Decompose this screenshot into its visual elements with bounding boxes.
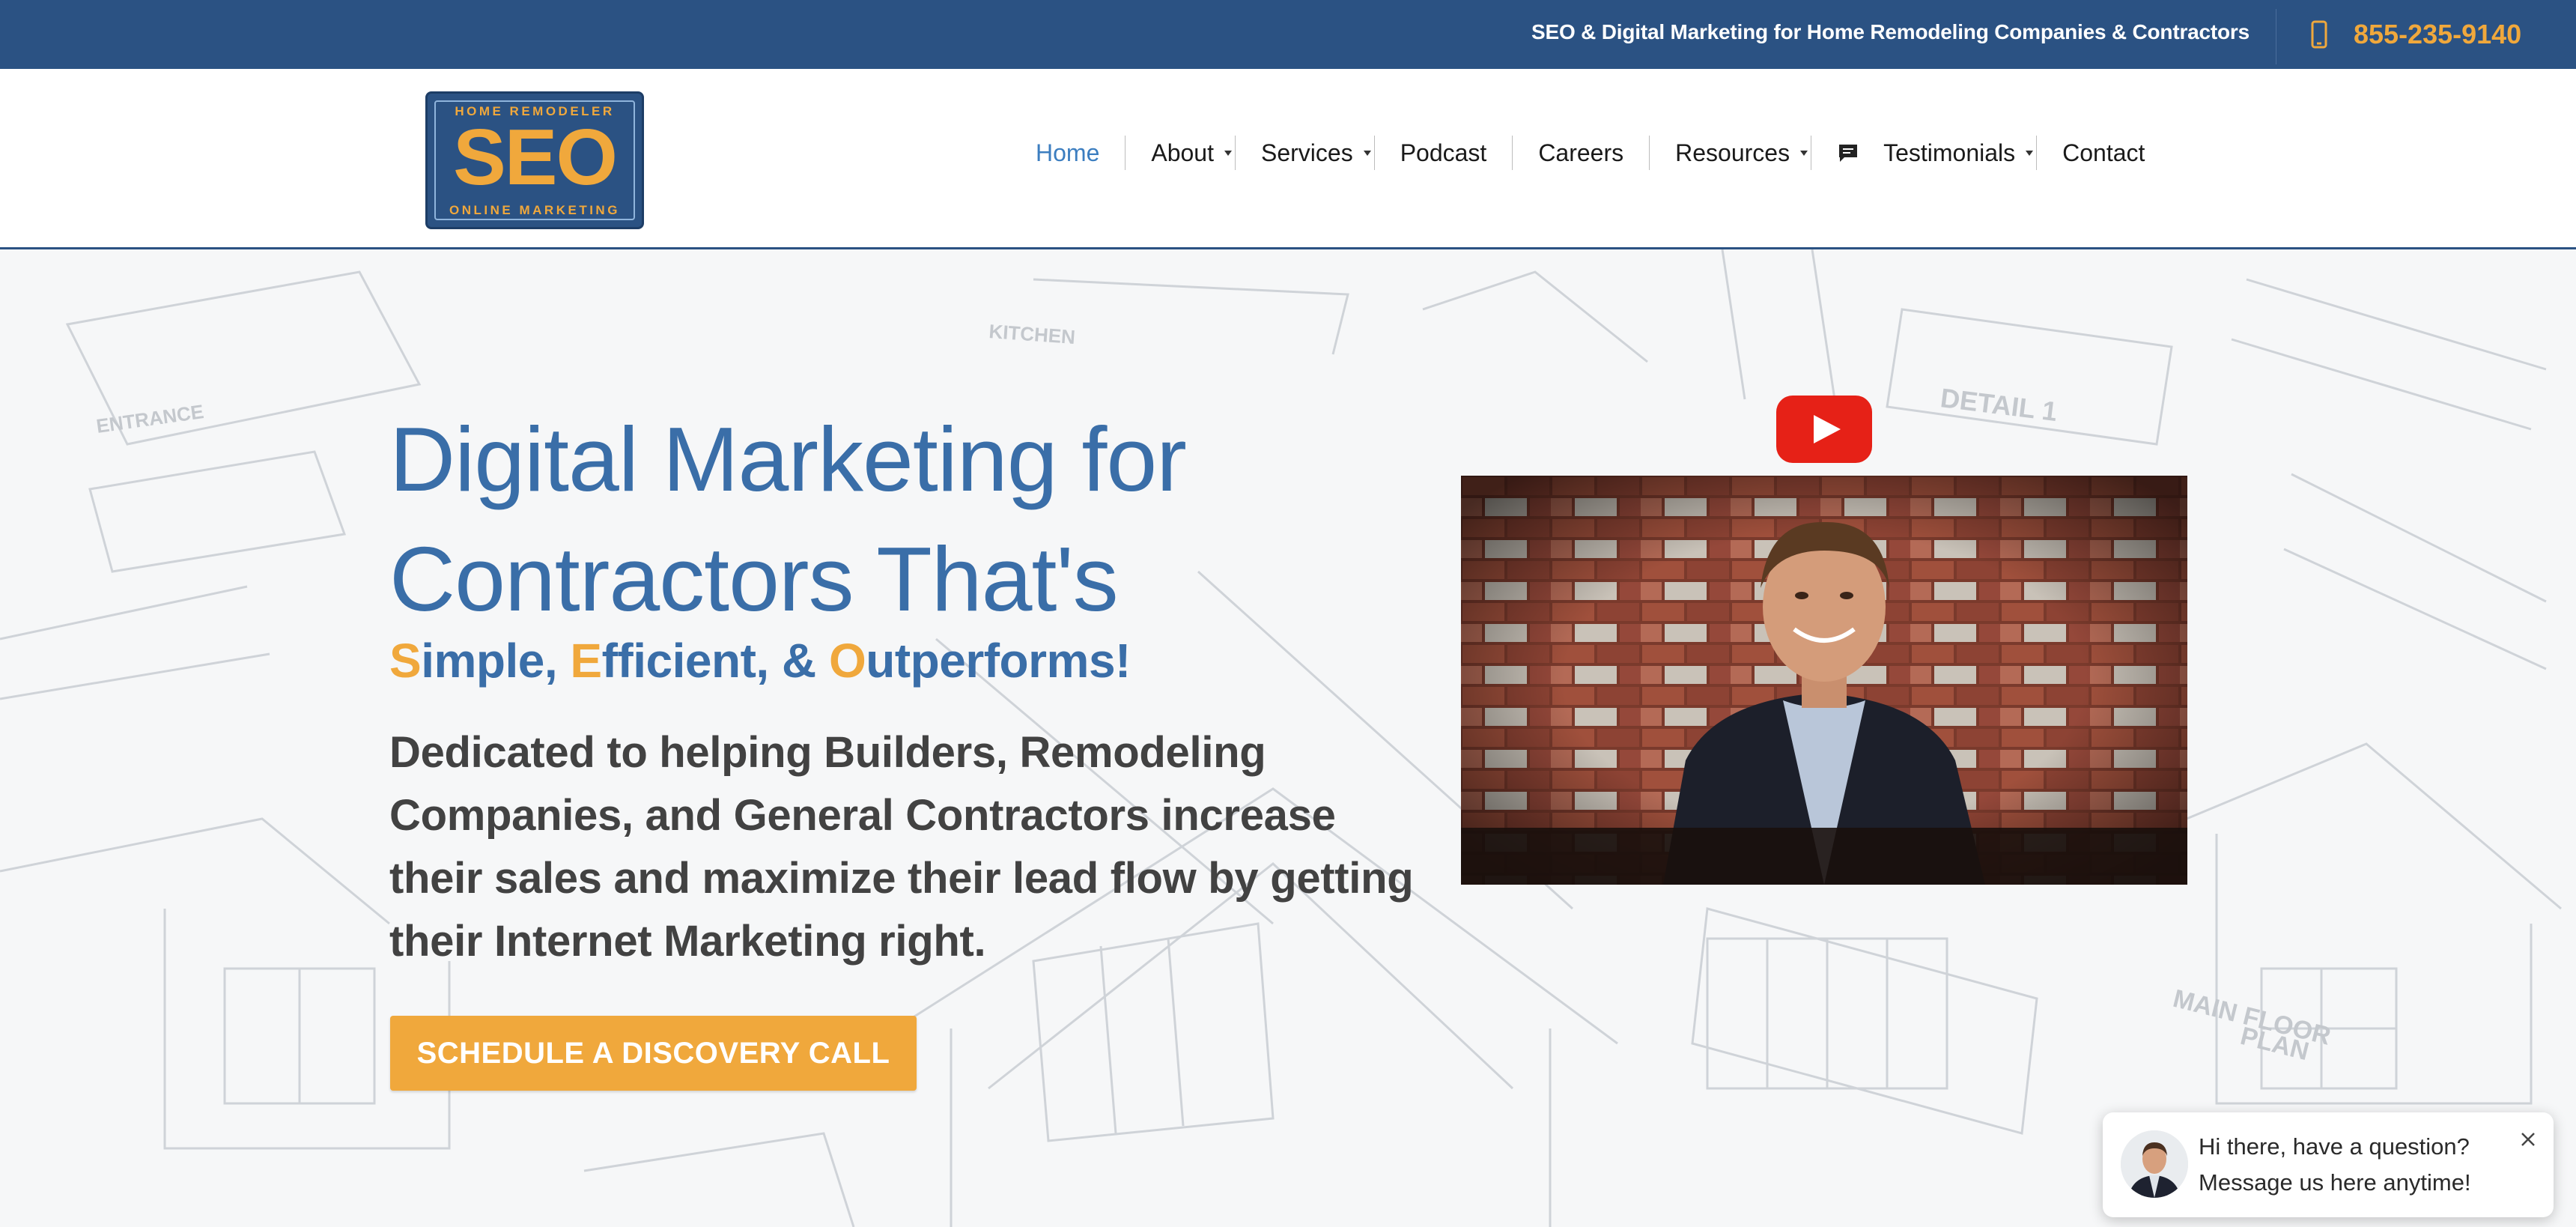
top-bar: SEO & Digital Marketing for Home Remodel… [0, 0, 2576, 69]
nav-careers[interactable]: Careers [1513, 127, 1649, 178]
mobile-phone-icon [2311, 20, 2327, 49]
hero-subheading: Simple, Efficient, & Outperforms! [389, 633, 1131, 688]
chat-agent-avatar [2121, 1130, 2188, 1198]
hero-description: Dedicated to helping Builders, Remodelin… [389, 728, 1414, 966]
main-nav: Home About Services Podcast Careers Reso… [1026, 127, 2145, 178]
svg-text:KITCHEN: KITCHEN [988, 320, 1076, 348]
nav-home-label: Home [1036, 139, 1100, 166]
logo-bottom-text: ONLINE MARKETING [449, 203, 620, 217]
nav-testimonials-label: Testimonials [1883, 139, 2016, 166]
video-player[interactable] [1461, 476, 2187, 885]
hero-section: ENTRANCE KITCHEN DETAIL 1 MAIN FLOOR PLA… [0, 249, 2576, 1227]
nav-about-label: About [1151, 139, 1214, 166]
top-bar-tagline: SEO & Digital Marketing for Home Remodel… [1531, 20, 2250, 43]
nav-home[interactable]: Home [1026, 127, 1125, 178]
nav-podcast[interactable]: Podcast [1375, 127, 1513, 178]
nav-resources-label: Resources [1675, 139, 1790, 166]
subheading-part-2: fficient, & [601, 634, 829, 688]
site-header: HOME REMODELER SEO ONLINE MARKETING Home… [0, 69, 2576, 249]
chat-message-line2: Message us here anytime! [2199, 1169, 2471, 1196]
chat-widget[interactable]: Hi there, have a question? Message us he… [2103, 1112, 2554, 1217]
subheading-part-1: imple, [421, 634, 571, 688]
chevron-down-icon [1800, 150, 1808, 156]
chat-message: Hi there, have a question? Message us he… [2199, 1129, 2513, 1201]
hero-heading: Digital Marketing for Contractors That's [389, 399, 1438, 639]
subheading-letter-e: E [570, 634, 602, 688]
youtube-play-icon[interactable] [1776, 396, 1872, 463]
chevron-down-icon [2026, 150, 2034, 156]
schedule-discovery-call-button[interactable]: SCHEDULE A DISCOVERY CALL [390, 1016, 917, 1091]
chat-bubble-icon [1839, 145, 1858, 162]
hero-heading-line2: Contractors That's [389, 528, 1119, 630]
person-avatar-icon [2121, 1130, 2188, 1198]
nav-careers-label: Careers [1538, 139, 1624, 166]
logo-main-text: SEO [453, 113, 618, 202]
nav-services[interactable]: Services [1236, 127, 1374, 178]
nav-podcast-label: Podcast [1400, 139, 1487, 166]
nav-contact[interactable]: Contact [2037, 127, 2145, 178]
chevron-down-icon [1224, 150, 1232, 156]
subheading-letter-o: O [828, 634, 866, 688]
chat-message-line1: Hi there, have a question? [2199, 1133, 2470, 1160]
close-icon[interactable] [2513, 1124, 2543, 1154]
nav-about[interactable]: About [1126, 127, 1235, 178]
nav-testimonials[interactable]: Testimonials [1811, 127, 2036, 178]
site-logo[interactable]: HOME REMODELER SEO ONLINE MARKETING [425, 91, 644, 229]
nav-resources[interactable]: Resources [1650, 127, 1811, 178]
video-thumbnail [1461, 476, 2187, 885]
hero-heading-line1: Digital Marketing for [389, 408, 1187, 510]
svg-text:DETAIL 1: DETAIL 1 [1939, 382, 2059, 427]
subheading-letter-s: S [389, 634, 422, 688]
nav-contact-label: Contact [2062, 139, 2145, 166]
nav-services-label: Services [1260, 139, 1353, 166]
phone-link[interactable]: 855-235-9140 [2304, 0, 2521, 69]
phone-number: 855-235-9140 [2354, 19, 2522, 49]
chevron-down-icon [1363, 150, 1371, 156]
subheading-part-3: utperforms! [866, 634, 1131, 688]
